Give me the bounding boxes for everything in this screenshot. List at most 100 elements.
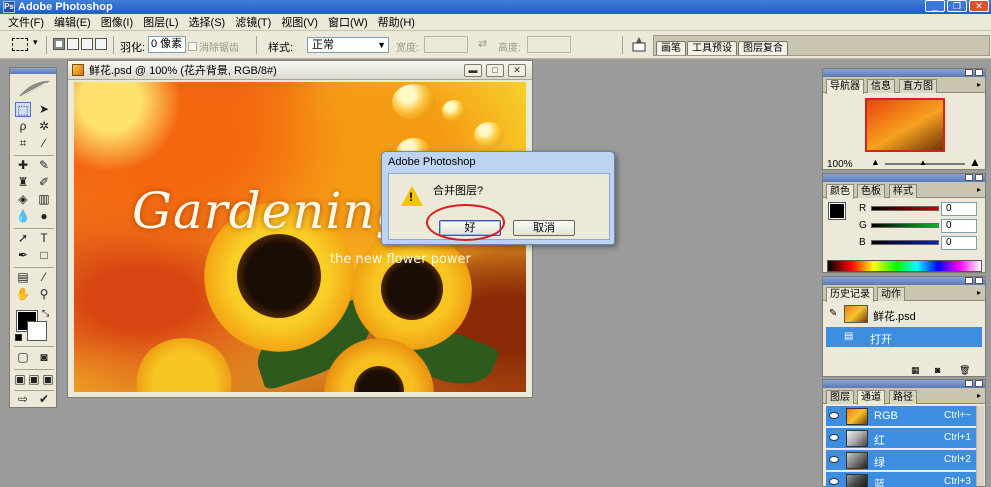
history-brush-source-icon[interactable]: ✎ <box>829 308 837 319</box>
swap-dimensions-icon[interactable]: ⇄ <box>478 37 487 50</box>
panel-minimize-button[interactable] <box>965 380 973 387</box>
intersect-selection-icon[interactable] <box>95 38 107 50</box>
add-to-selection-icon[interactable] <box>67 38 79 50</box>
green-value-input[interactable]: 0 <box>941 219 977 233</box>
dialog-title[interactable]: Adobe Photoshop <box>382 152 614 172</box>
new-snapshot-icon[interactable]: ◙ <box>935 365 940 375</box>
photoshop-app-icon[interactable]: Ps <box>3 1 15 13</box>
marquee-tool-preset-icon[interactable] <box>12 38 28 51</box>
tab-histogram[interactable]: 直方图 <box>899 79 937 93</box>
well-tab-brushes[interactable]: 画笔 <box>656 41 686 55</box>
menu-filter[interactable]: 滤镜(T) <box>230 14 276 30</box>
tab-color[interactable]: 颜色 <box>826 184 854 199</box>
zoom-tool-icon[interactable]: ⚲ <box>36 287 52 302</box>
visibility-eye-icon[interactable] <box>829 434 839 441</box>
width-input[interactable] <box>424 36 468 53</box>
tab-styles[interactable]: 样式 <box>889 184 917 198</box>
panel-minimize-button[interactable] <box>965 277 973 284</box>
panel-close-button[interactable] <box>975 277 983 284</box>
tab-paths[interactable]: 路径 <box>889 390 917 404</box>
clone-stamp-icon[interactable]: ♜ <box>15 175 31 190</box>
brush-tool-icon[interactable]: ✎ <box>36 158 52 173</box>
screen-mode-full-icon[interactable]: ▣ <box>40 372 56 387</box>
standard-mode-icon[interactable]: ▢ <box>15 350 31 365</box>
menu-help[interactable]: 帮助(H) <box>373 14 420 30</box>
doc-close-button[interactable]: ✕ <box>508 64 526 77</box>
channel-row-green[interactable]: 绿 Ctrl+2 <box>826 450 976 471</box>
navigator-zoom-value[interactable]: 100% <box>827 159 853 170</box>
menu-layer[interactable]: 图层(L) <box>138 14 183 30</box>
notes-tool-icon[interactable]: ▤ <box>15 270 31 285</box>
path-selection-icon[interactable]: ➚ <box>15 231 31 246</box>
trash-icon[interactable]: 🗑 <box>959 365 970 376</box>
history-brush-icon[interactable]: ✐ <box>36 175 52 190</box>
tab-info[interactable]: 信息 <box>867 79 895 93</box>
menu-window[interactable]: 窗口(W) <box>323 14 373 30</box>
gradient-tool-icon[interactable]: ▥ <box>36 192 52 207</box>
blue-value-input[interactable]: 0 <box>941 236 977 250</box>
tab-layers[interactable]: 图层 <box>826 390 854 404</box>
panel-grip[interactable] <box>823 380 985 388</box>
tab-swatches[interactable]: 色板 <box>857 184 885 198</box>
toolbox-grip[interactable] <box>10 68 56 74</box>
tab-actions[interactable]: 动作 <box>877 287 905 301</box>
visibility-eye-icon[interactable] <box>829 456 839 463</box>
jump-to-imageready-icon[interactable]: ⇨ <box>15 392 31 407</box>
well-tab-layer-comps[interactable]: 图层复合 <box>738 41 788 55</box>
lasso-tool-icon[interactable]: ρ <box>15 119 31 134</box>
zoom-slider-thumb[interactable]: ▲ <box>919 158 927 167</box>
document-titlebar[interactable]: 鲜花.psd @ 100% (花卉背景, RGB/8#) <box>68 61 532 80</box>
slice-tool-icon[interactable]: ⁄ <box>36 136 52 151</box>
blue-slider[interactable] <box>871 240 939 245</box>
menu-select[interactable]: 选择(S) <box>184 14 231 30</box>
channel-row-red[interactable]: 红 Ctrl+1 <box>826 428 976 449</box>
channel-row-rgb[interactable]: RGB Ctrl+~ <box>826 406 976 427</box>
well-tab-tool-presets[interactable]: 工具预设 <box>687 41 737 55</box>
style-select[interactable]: 正常 ▼ <box>307 37 389 53</box>
blur-tool-icon[interactable]: 💧 <box>15 209 31 224</box>
brush-icon[interactable] <box>632 36 646 52</box>
chevron-down-icon[interactable]: ▾ <box>33 37 38 48</box>
close-button[interactable]: ✕ <box>969 0 989 12</box>
subtract-from-selection-icon[interactable] <box>81 38 93 50</box>
rect-marquee-tool-icon[interactable]: ⬚ <box>15 102 31 117</box>
channel-row-blue[interactable]: 蓝 Ctrl+3 <box>826 472 976 487</box>
quick-mask-mode-icon[interactable]: ◙ <box>36 350 52 365</box>
panel-menu-icon[interactable]: ▸ <box>977 288 981 297</box>
menu-image[interactable]: 图像(I) <box>96 14 138 30</box>
foreground-color-swatch[interactable] <box>828 202 846 220</box>
panel-close-button[interactable] <box>975 380 983 387</box>
panel-close-button[interactable] <box>975 69 983 76</box>
eyedropper-tool-icon[interactable]: ⁄ <box>36 270 52 285</box>
panel-minimize-button[interactable] <box>965 69 973 76</box>
hand-tool-icon[interactable]: ✋ <box>15 287 31 302</box>
tab-navigator[interactable]: 导航器 <box>826 79 864 94</box>
panel-menu-icon[interactable]: ▸ <box>977 391 981 400</box>
history-snapshot[interactable]: ✎ 鲜花.psd <box>826 304 982 324</box>
antialias-checkbox[interactable]: 消除锯齿 <box>188 39 239 54</box>
pen-tool-icon[interactable]: ✒ <box>15 248 31 263</box>
doc-minimize-button[interactable]: ▬ <box>464 64 482 77</box>
panel-grip[interactable] <box>823 69 985 77</box>
menu-view[interactable]: 视图(V) <box>276 14 323 30</box>
height-input[interactable] <box>527 36 571 53</box>
zoom-in-icon[interactable]: ▲ <box>969 155 981 169</box>
panel-grip[interactable] <box>823 174 985 182</box>
panel-grip[interactable] <box>823 277 985 285</box>
tab-channels[interactable]: 通道 <box>857 390 885 405</box>
zoom-out-icon[interactable]: ▲ <box>871 157 880 167</box>
menu-file[interactable]: 文件(F) <box>3 14 49 30</box>
restore-button[interactable]: ❐ <box>947 0 967 12</box>
eraser-tool-icon[interactable]: ◈ <box>15 192 31 207</box>
red-slider[interactable] <box>871 206 939 211</box>
background-color-swatch[interactable] <box>27 321 47 341</box>
move-tool-icon[interactable]: ➤ <box>36 102 52 117</box>
type-tool-icon[interactable]: T <box>36 231 52 246</box>
red-value-input[interactable]: 0 <box>941 202 977 216</box>
panel-minimize-button[interactable] <box>965 174 973 181</box>
green-slider[interactable] <box>871 223 939 228</box>
magic-wand-icon[interactable]: ✲ <box>36 119 52 134</box>
edit-in-imageready-icon[interactable]: ✔ <box>36 392 52 407</box>
tab-history[interactable]: 历史记录 <box>826 287 874 302</box>
panel-menu-icon[interactable]: ▸ <box>977 185 981 194</box>
